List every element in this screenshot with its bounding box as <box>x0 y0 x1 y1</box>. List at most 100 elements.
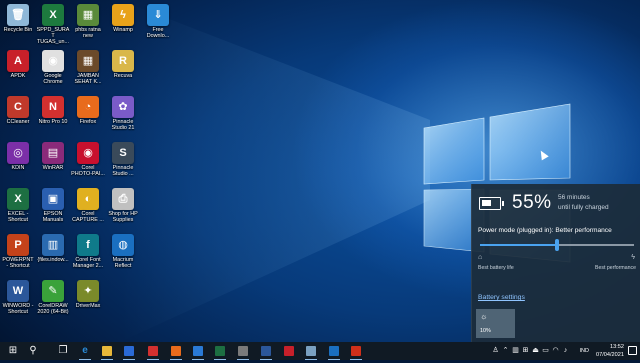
volume-icon[interactable]: ♪ <box>561 342 570 360</box>
usb-icon[interactable]: ⏏ <box>531 342 540 360</box>
notification-center-icon[interactable] <box>628 346 637 355</box>
desktop-icon[interactable]: ϟ Winamp <box>106 4 140 33</box>
app-icon: X <box>42 4 64 26</box>
settings-icon[interactable] <box>234 342 252 360</box>
battery-flyout: 55% 56 minutes until fully charged Power… <box>471 184 640 342</box>
app-icon: R <box>112 50 134 72</box>
desktop-icon-label: Nitro Pro 10 <box>38 119 68 125</box>
desktop-icon-label: Corel CAPTURE ... <box>72 211 104 224</box>
desktop-icon-label: EXCEL - Shortcut <box>7 211 29 224</box>
screenshot-icon[interactable] <box>347 342 365 360</box>
battery-fill <box>482 200 491 206</box>
desktop-icon[interactable]: S Pinnacle Studio ... <box>106 142 140 177</box>
desktop-icon[interactable]: X EXCEL - Shortcut <box>1 188 35 223</box>
desktop-icon-label: WINWORD - Shortcut <box>2 303 34 316</box>
desktop-icon[interactable]: N Nitro Pro 10 <box>36 96 70 125</box>
store-icon[interactable] <box>120 342 138 360</box>
desktop-icon[interactable]: ◉ Corel PHOTO-PAI... <box>71 142 105 177</box>
app-icon: 🗑 <box>7 4 29 26</box>
desktop-icon-label: SPPD_SURAT TUGAS_un... <box>36 27 70 46</box>
app-icon: ▦ <box>77 50 99 72</box>
app-icon: ▣ <box>42 188 64 210</box>
desktop-icon[interactable]: ◐ Corel CAPTURE ... <box>71 188 105 223</box>
word-icon[interactable] <box>257 342 275 360</box>
firefox-icon[interactable] <box>167 342 185 360</box>
wifi-icon[interactable]: ◠ <box>551 342 560 360</box>
power-mode-slider-thumb[interactable] <box>555 239 559 251</box>
desktop-icon[interactable]: ✿ Pinnacle Studio 21 <box>106 96 140 131</box>
desktop-icon-label: WinRAR <box>42 165 64 171</box>
nitro-icon[interactable] <box>144 342 162 360</box>
app-icon: ▥ <box>42 234 64 256</box>
people-icon[interactable]: ♙ <box>491 342 500 360</box>
brightness-value: 10% <box>480 328 491 334</box>
desktop-icon-label: EPSON Manuals <box>42 211 64 224</box>
power-mode-slider[interactable] <box>480 239 634 251</box>
battery-settings-link[interactable]: Battery settings <box>478 294 525 301</box>
desktop-icon[interactable]: ◉ Google Chrome <box>36 50 70 85</box>
desktop-icon[interactable]: ▣ EPSON Manuals <box>36 188 70 223</box>
desktop-icon[interactable]: ✎ CorelDRAW 2020 (64-Bit) <box>36 280 70 315</box>
task-view-icon[interactable]: ❐ <box>54 342 72 360</box>
system-tray: ♙ ⌃ ▥ ⊞ ⏏ ▭ ◠ ♪ IND 13:52 07/04/2021 <box>480 342 640 360</box>
desktop-icon-label: Pinnacle Studio ... <box>112 165 134 178</box>
desktop-icon[interactable]: f Corel Font Manager 2... <box>71 234 105 269</box>
app-icon: f <box>77 234 99 256</box>
desktop-icon[interactable]: ▦ phbs ratna new <box>71 4 105 39</box>
desktop-icon[interactable]: W WINWORD - Shortcut <box>1 280 35 315</box>
desktop-icon-label: Recuva <box>113 73 133 79</box>
clock-date[interactable]: 07/04/2021 <box>596 352 624 358</box>
app-icon: ⇓ <box>147 4 169 26</box>
charge-status: until fully charged <box>558 204 609 211</box>
desktop-icon-label: CCleaner <box>6 119 30 125</box>
desktop-icon[interactable]: ▦ JAMBAN SEHAT K... <box>71 50 105 85</box>
desktop-icon[interactable]: ▤ WinRAR <box>36 142 70 171</box>
desktop-icon[interactable]: X SPPD_SURAT TUGAS_un... <box>36 4 70 46</box>
start-button[interactable]: ⊞ <box>4 342 22 360</box>
desktop-icon-label: DriverMax <box>75 303 101 309</box>
photo-icon[interactable] <box>280 342 298 360</box>
search-icon[interactable]: ⚲ <box>24 342 42 360</box>
app-icon-1[interactable] <box>302 342 320 360</box>
brightness-tile[interactable]: ☼ 10% <box>476 309 515 338</box>
desktop-icon[interactable]: ✦ DriverMax <box>71 280 105 309</box>
app-icon: ▤ <box>42 142 64 164</box>
desktop-icon-label: Google Chrome <box>43 73 63 86</box>
network-icon[interactable]: ▥ <box>511 342 520 360</box>
app-glyph <box>261 346 271 356</box>
app-icon: S <box>112 142 134 164</box>
excel-icon[interactable] <box>211 342 229 360</box>
desktop-icon[interactable]: P POWERPNT - Shortcut <box>1 234 35 269</box>
desktop-icon[interactable]: ▥ {files.indow... <box>36 234 70 263</box>
desktop-icon[interactable]: ◎ KDIN <box>1 142 35 171</box>
desktop-icon[interactable]: ◍ Macrium Reflect <box>106 234 140 269</box>
desktop-icon-label: {files.indow... <box>37 257 69 263</box>
windows-icon[interactable] <box>325 342 343 360</box>
desktop-icon[interactable]: C CCleaner <box>1 96 35 125</box>
desktop-icon[interactable]: ⇓ Free Downlo... <box>141 4 175 39</box>
chevron-up-icon[interactable]: ⌃ <box>501 342 510 360</box>
desktop-icon[interactable]: A APDK <box>1 50 35 79</box>
app-glyph <box>193 346 203 356</box>
desktop-icon[interactable]: ⎙ Shop for HP Supplies <box>106 188 140 223</box>
language-indicator[interactable]: IND <box>580 342 589 360</box>
windows-security-icon[interactable]: ⊞ <box>521 342 530 360</box>
app-icon: ◔ <box>77 96 99 118</box>
desktop-icon-label: phbs ratna new <box>75 27 101 40</box>
desktop-icon[interactable]: 🗑 Recycle Bin <box>1 4 35 33</box>
desktop-icon[interactable]: R Recuva <box>106 50 140 79</box>
app-glyph <box>148 346 158 356</box>
battery-tray-icon[interactable]: ▭ <box>541 342 550 360</box>
app-icon: C <box>7 96 29 118</box>
app-glyph <box>351 346 361 356</box>
app-icon: A <box>7 50 29 72</box>
desktop-icon-label: Firefox <box>79 119 97 125</box>
edge-icon[interactable]: e <box>76 342 94 360</box>
file-explorer-icon[interactable] <box>98 342 116 360</box>
app-icon: ✦ <box>77 280 99 302</box>
desktop-icon[interactable]: ◔ Firefox <box>71 96 105 125</box>
clock-time[interactable]: 13:52 <box>610 344 624 350</box>
desktop-icon-label: JAMBAN SEHAT K... <box>74 73 102 86</box>
desktop-icon-label: Winamp <box>113 27 133 33</box>
mail-icon[interactable] <box>189 342 207 360</box>
